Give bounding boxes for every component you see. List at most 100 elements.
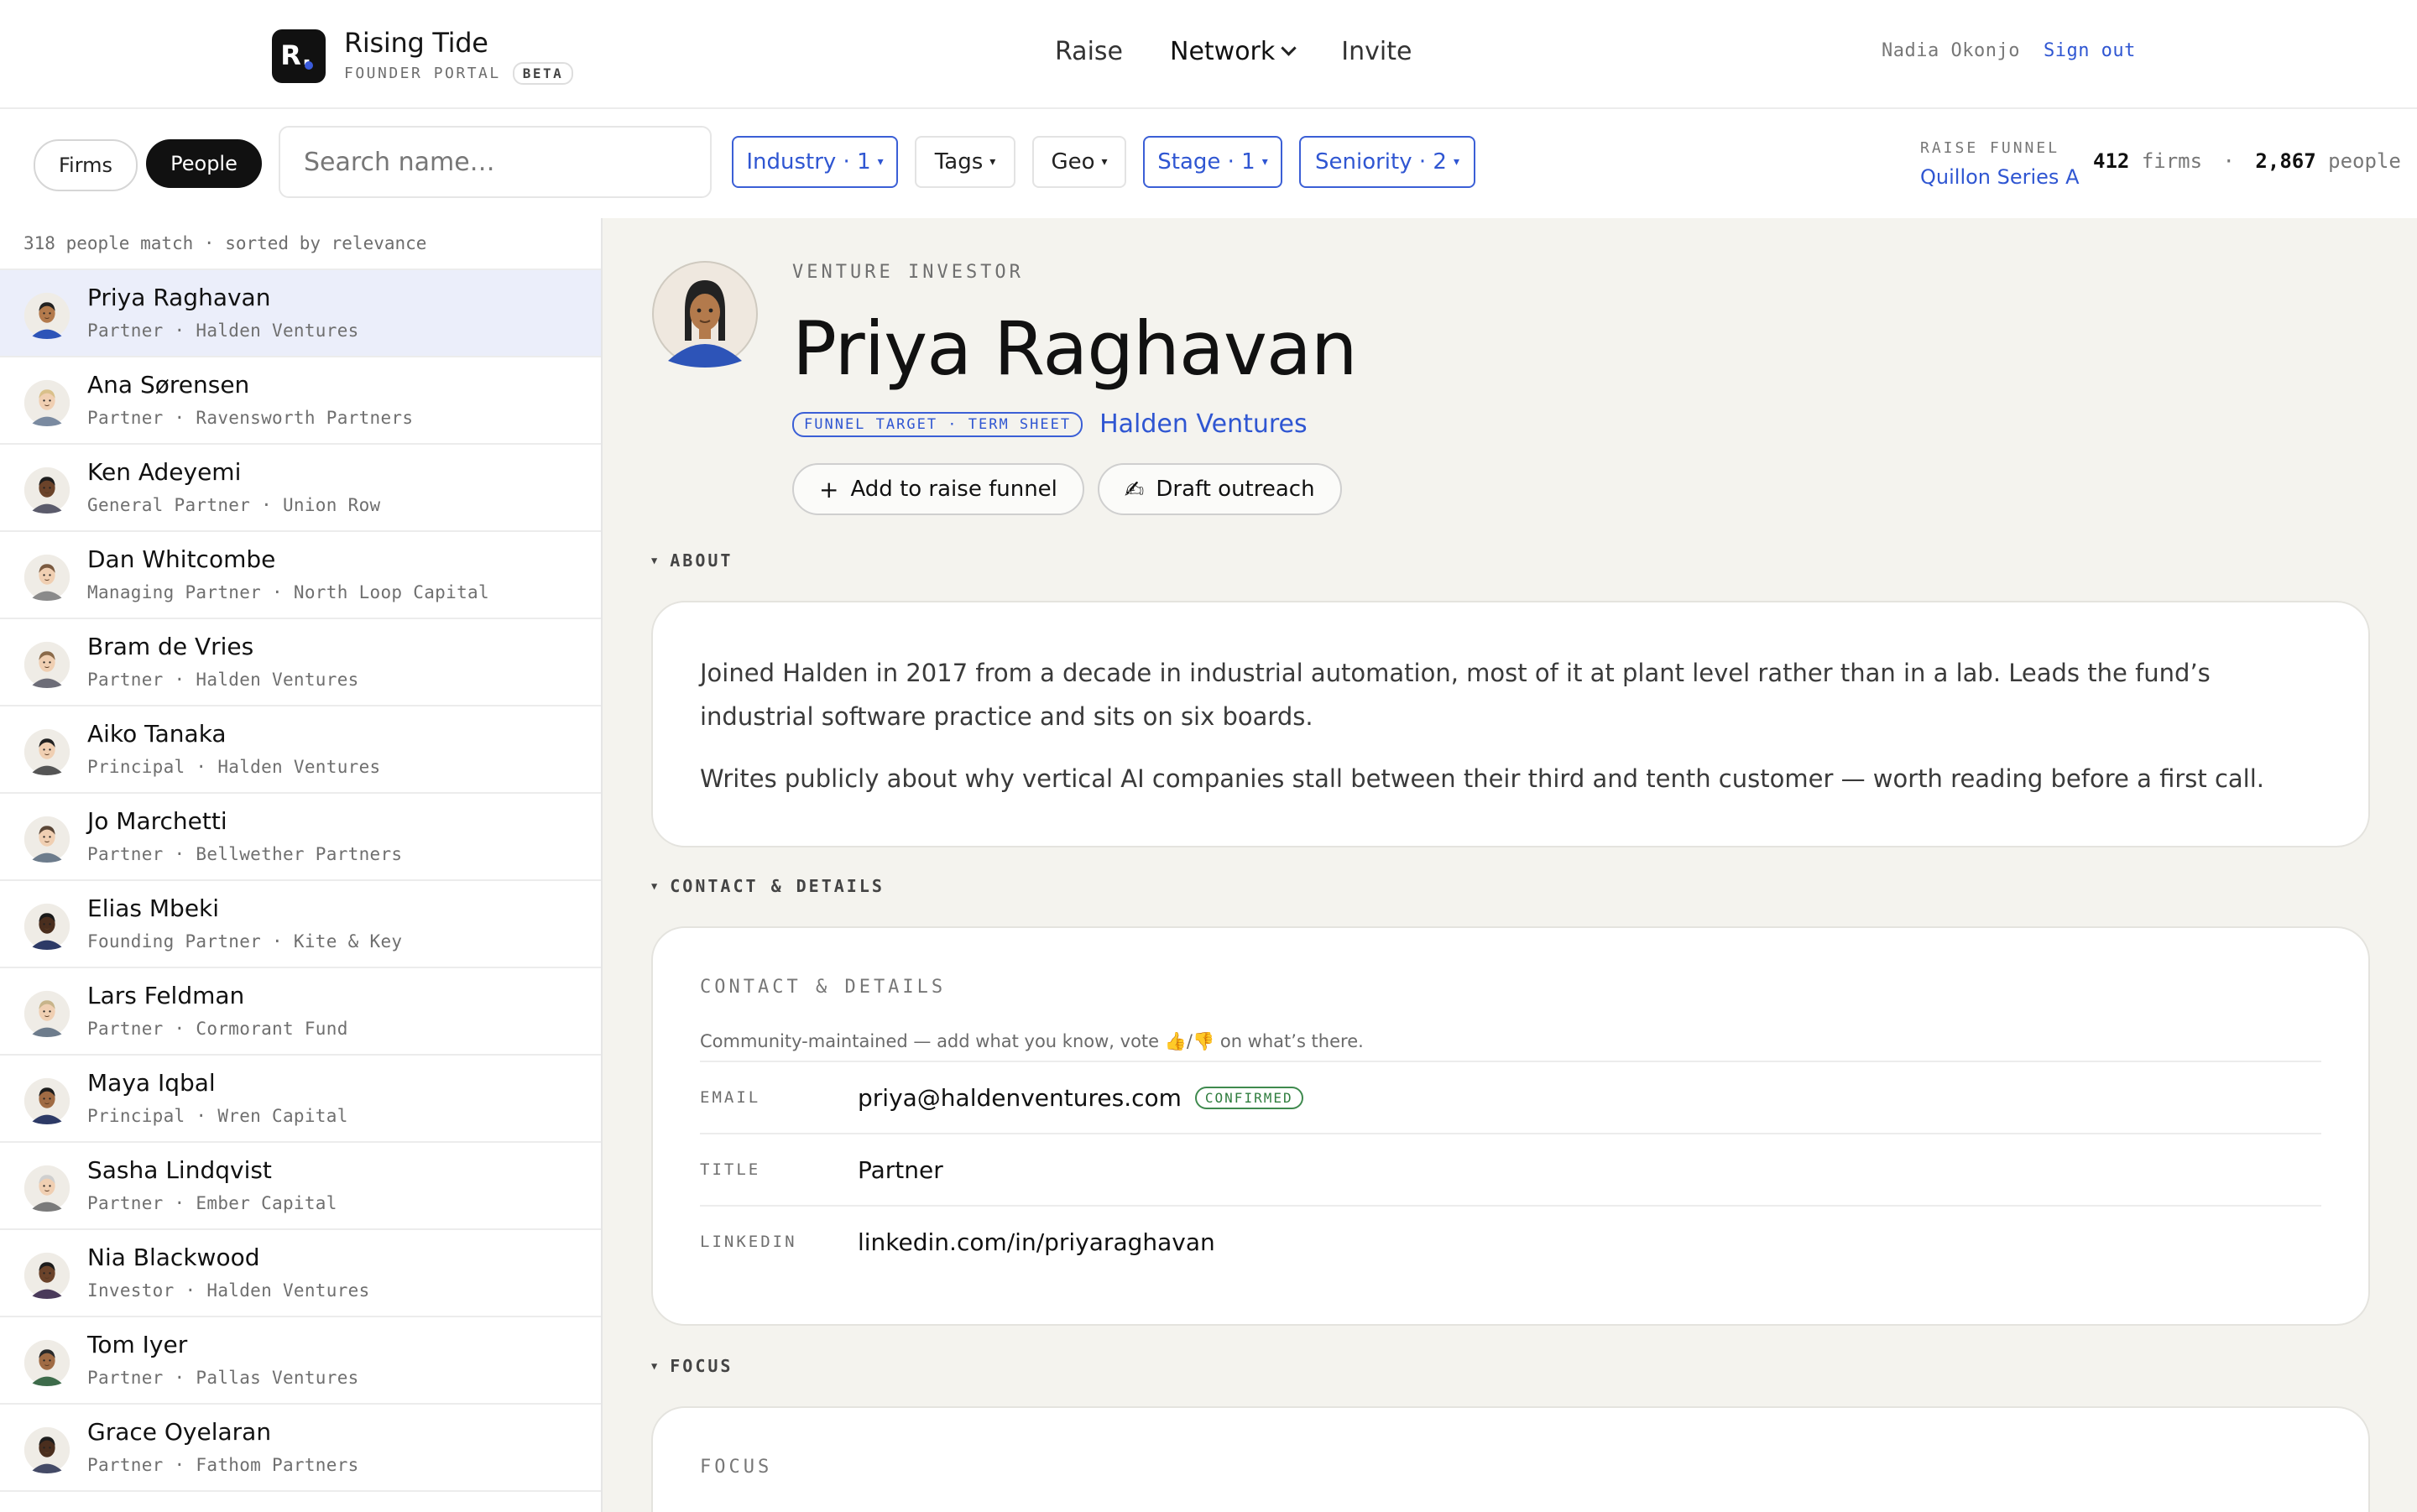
caret-down-icon: ▾ xyxy=(989,155,996,169)
list-item[interactable]: Tom Iyer Partner · Pallas Ventures xyxy=(0,1317,601,1405)
raise-funnel: RAISE FUNNEL Quillon Series A xyxy=(1920,139,2079,189)
filter-seniority-label: Seniority · 2 xyxy=(1315,149,1447,175)
beta-badge: BETA xyxy=(512,62,574,85)
list-item[interactable]: Priya Raghavan Partner · Halden Ventures xyxy=(0,270,601,357)
draft-outreach-button[interactable]: ✍ Draft outreach xyxy=(1097,463,1342,515)
writing-hand-icon: ✍ xyxy=(1124,475,1145,503)
sign-out-link[interactable]: Sign out xyxy=(2044,40,2136,61)
title-value: Partner xyxy=(858,1155,943,1184)
draft-outreach-label: Draft outreach xyxy=(1156,477,1315,502)
list-item[interactable]: Jo Marchetti Partner · Bellwether Partner… xyxy=(0,794,601,881)
avatar xyxy=(23,1077,70,1124)
person-role-firm: Principal · Wren Capital xyxy=(87,1106,348,1126)
person-name: Lars Feldman xyxy=(87,982,245,1009)
email-row: EMAIL priya@haldenventures.com CONFIRMED xyxy=(700,1061,2321,1133)
community-note-post: on what’s there. xyxy=(1219,1031,1364,1051)
contact-section-toggle[interactable]: ▼ CONTACT & DETAILS xyxy=(651,876,885,896)
chevron-down-icon xyxy=(1281,40,1297,56)
collapse-triangle-icon: ▼ xyxy=(651,1360,660,1372)
list-item[interactable]: Ana Sørensen Partner · Ravensworth Partne… xyxy=(0,357,601,445)
confirmed-badge: CONFIRMED xyxy=(1194,1086,1303,1109)
top-bar: R. Rising Tide FOUNDER PORTAL BETA Raise… xyxy=(0,0,2417,109)
person-name: Tom Iyer xyxy=(87,1331,188,1358)
filter-industry[interactable]: Industry · 1 ▾ xyxy=(732,136,898,188)
person-name: Bram de Vries xyxy=(87,633,254,660)
contact-card-label: CONTACT & DETAILS xyxy=(700,977,947,998)
caret-down-icon: ▾ xyxy=(1261,155,1268,169)
focus-section-toggle[interactable]: ▼ FOCUS xyxy=(651,1356,733,1376)
thumbs-down-icon[interactable]: 👎 xyxy=(1193,1031,1214,1051)
filter-stage[interactable]: Stage · 1 ▾ xyxy=(1143,136,1282,188)
list-item[interactable]: Maya Iqbal Principal · Wren Capital xyxy=(0,1056,601,1143)
title-row: TITLE Partner xyxy=(700,1133,2321,1205)
person-role-firm: Founding Partner · Kite & Key xyxy=(87,931,403,952)
list-item[interactable]: Bram de Vries Partner · Halden Ventures xyxy=(0,619,601,706)
person-role-firm: Partner · Halden Ventures xyxy=(87,670,359,690)
list-item[interactable]: Lars Feldman Partner · Cormorant Fund xyxy=(0,968,601,1056)
focus-card-label: FOCUS xyxy=(700,1457,773,1478)
person-role-firm: Partner · Halden Ventures xyxy=(87,321,359,341)
caret-down-icon: ▾ xyxy=(1453,155,1459,169)
add-to-funnel-button[interactable]: + Add to raise funnel xyxy=(792,463,1084,515)
filter-geo-label: Geo xyxy=(1051,149,1095,175)
filter-geo[interactable]: Geo ▾ xyxy=(1032,136,1126,188)
community-note: Community-maintained — add what you know… xyxy=(700,1031,1364,1051)
firms-count: 412 xyxy=(2093,149,2130,173)
avatar xyxy=(23,816,70,863)
nav-invite[interactable]: Invite xyxy=(1341,37,1412,66)
person-name: Elias Mbeki xyxy=(87,894,220,922)
raise-funnel-name[interactable]: Quillon Series A xyxy=(1920,165,2079,189)
brand[interactable]: R. Rising Tide FOUNDER PORTAL BETA xyxy=(272,27,574,85)
user-box: Nadia Okonjo Sign out xyxy=(1882,40,2136,61)
list-item[interactable]: Aiko Tanaka Principal · Halden Ventures xyxy=(0,706,601,794)
filter-seniority[interactable]: Seniority · 2 ▾ xyxy=(1299,136,1475,188)
profile-avatar xyxy=(652,261,758,368)
avatar xyxy=(23,728,70,775)
focus-card: FOCUS xyxy=(651,1406,2370,1512)
avatar xyxy=(23,467,70,514)
toggle-people[interactable]: People xyxy=(146,139,262,188)
list-item[interactable]: Dan Whitcombe Managing Partner · North Lo… xyxy=(0,532,601,619)
linkedin-value[interactable]: linkedin.com/in/priyaraghavan xyxy=(858,1228,1215,1256)
community-note-pre: Community-maintained — add what you know… xyxy=(700,1031,1160,1051)
person-role-firm: Managing Partner · North Loop Capital xyxy=(87,582,489,602)
email-key: EMAIL xyxy=(700,1088,761,1107)
plus-icon: + xyxy=(819,475,839,503)
person-role-firm: Partner · Cormorant Fund xyxy=(87,1019,348,1039)
people-word: people xyxy=(2328,149,2401,173)
raise-funnel-label: RAISE FUNNEL xyxy=(1920,139,2060,157)
avatar xyxy=(23,379,70,426)
search-input[interactable] xyxy=(279,126,712,198)
focus-heading: FOCUS xyxy=(670,1356,733,1376)
email-value[interactable]: priya@haldenventures.com xyxy=(858,1084,1182,1112)
filter-bar: Firms People Industry · 1 ▾ Tags ▾ Geo ▾ St… xyxy=(0,109,2417,218)
avatar xyxy=(23,903,70,950)
main-nav: Raise Network Invite xyxy=(1055,37,1459,66)
brand-logo-dot xyxy=(305,60,313,70)
caret-down-icon: ▾ xyxy=(877,155,884,169)
thumbs-up-icon[interactable]: 👍 xyxy=(1165,1031,1187,1051)
toggle-firms[interactable]: Firms xyxy=(34,139,138,191)
about-card: Joined Halden in 2017 from a decade in i… xyxy=(651,601,2370,847)
firm-link[interactable]: Halden Ventures xyxy=(1099,409,1308,439)
list-item[interactable]: Sasha Lindqvist Partner · Ember Capital xyxy=(0,1143,601,1230)
filter-tags[interactable]: Tags ▾ xyxy=(915,136,1015,188)
person-name: Ken Adeyemi xyxy=(87,458,242,486)
about-section-toggle[interactable]: ▼ ABOUT xyxy=(651,550,733,571)
match-summary: 318 people match · sorted by relevance xyxy=(0,218,601,270)
caret-down-icon: ▾ xyxy=(1101,155,1108,169)
list-item[interactable]: Elias Mbeki Founding Partner · Kite & Key xyxy=(0,881,601,968)
person-name: Priya Raghavan xyxy=(87,284,271,311)
avatar xyxy=(23,990,70,1037)
nav-network[interactable]: Network xyxy=(1170,37,1297,66)
brand-subtitle: FOUNDER PORTAL xyxy=(344,65,501,82)
person-role-firm: Partner · Bellwether Partners xyxy=(87,844,403,864)
list-item[interactable]: Ken Adeyemi General Partner · Union Row xyxy=(0,445,601,532)
collapse-triangle-icon: ▼ xyxy=(651,880,660,892)
list-item[interactable]: Grace Oyelaran Partner · Fathom Partners xyxy=(0,1405,601,1492)
about-paragraph-2: Writes publicly about why vertical AI co… xyxy=(700,764,2265,793)
firms-word: firms xyxy=(2141,149,2203,173)
list-item[interactable]: Nia Blackwood Investor · Halden Ventures xyxy=(0,1230,601,1317)
nav-raise[interactable]: Raise xyxy=(1055,37,1123,66)
person-role-firm: Investor · Halden Ventures xyxy=(87,1280,370,1301)
